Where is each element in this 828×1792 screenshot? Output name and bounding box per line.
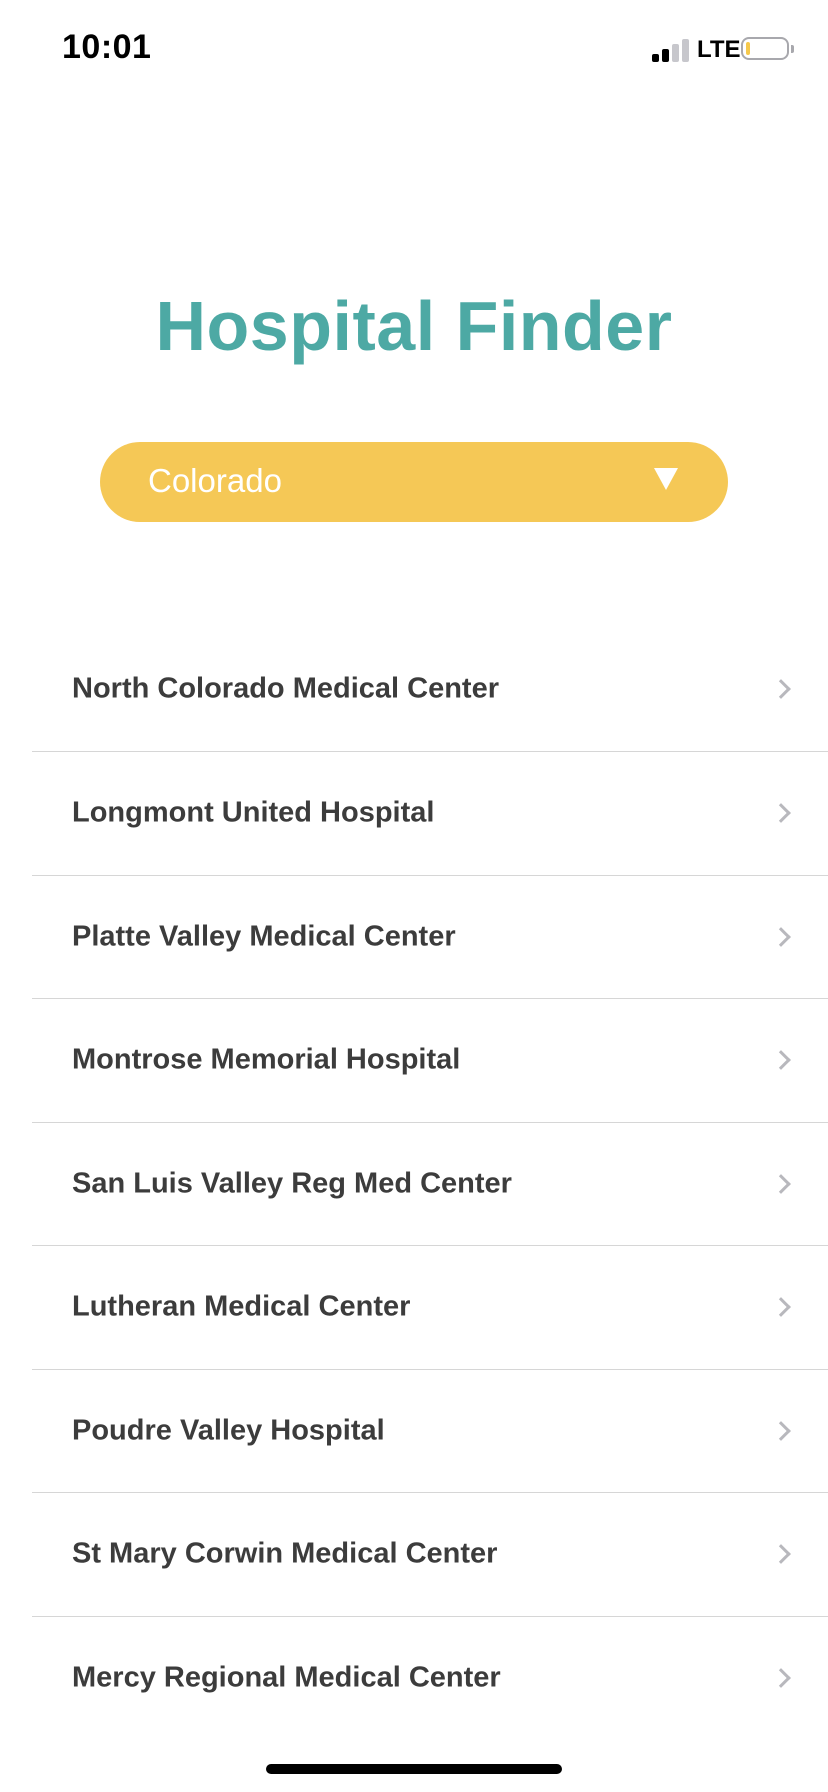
chevron-right-icon xyxy=(771,1297,791,1318)
chevron-right-icon xyxy=(771,1173,791,1194)
hospital-list: North Colorado Medical Center Longmont U… xyxy=(32,627,828,1739)
chevron-right-icon xyxy=(771,926,791,947)
hospital-name: San Luis Valley Reg Med Center xyxy=(72,1167,512,1200)
hospital-list-item[interactable]: Montrose Memorial Hospital xyxy=(32,998,828,1122)
hospital-list-item[interactable]: Platte Valley Medical Center xyxy=(32,874,828,999)
hospital-name: North Colorado Medical Center xyxy=(72,672,499,705)
hospital-list-item[interactable]: North Colorado Medical Center xyxy=(32,627,828,751)
state-dropdown-value: Colorado xyxy=(148,462,282,499)
hospital-list-item[interactable]: Lutheran Medical Center xyxy=(32,1245,828,1369)
home-indicator[interactable] xyxy=(266,1764,562,1774)
network-type: LTE xyxy=(697,36,741,63)
hospital-name: Longmont United Hospital xyxy=(72,796,435,829)
hospital-name: Platte Valley Medical Center xyxy=(72,920,456,953)
battery-level-fill xyxy=(746,42,750,55)
state-dropdown[interactable]: Colorado xyxy=(100,442,728,522)
status-time: 10:01 xyxy=(62,28,152,66)
hospital-name: St Mary Corwin Medical Center xyxy=(72,1537,498,1570)
hospital-name: Montrose Memorial Hospital xyxy=(72,1043,461,1076)
hospital-list-item[interactable]: Mercy Regional Medical Center xyxy=(32,1615,828,1740)
chevron-right-icon xyxy=(771,1420,791,1441)
hospital-name: Mercy Regional Medical Center xyxy=(72,1661,501,1694)
hospital-list-item[interactable]: San Luis Valley Reg Med Center xyxy=(32,1121,828,1246)
chevron-right-icon xyxy=(771,1050,791,1071)
hospital-list-item[interactable]: Longmont United Hospital xyxy=(32,751,828,875)
page-title: Hospital Finder xyxy=(155,287,673,365)
hospital-name: Lutheran Medical Center xyxy=(72,1290,411,1323)
cellular-signal-icon xyxy=(652,36,690,62)
chevron-right-icon xyxy=(771,1544,791,1565)
chevron-right-icon xyxy=(771,803,791,824)
chevron-right-icon xyxy=(771,679,791,699)
hospital-name: Poudre Valley Hospital xyxy=(72,1414,385,1447)
battery-icon xyxy=(741,37,789,60)
battery-tip xyxy=(791,45,794,53)
hospital-list-item[interactable]: Poudre Valley Hospital xyxy=(32,1368,828,1493)
hospital-list-item[interactable]: St Mary Corwin Medical Center xyxy=(32,1492,828,1616)
chevron-right-icon xyxy=(771,1667,791,1688)
triangle-down-icon xyxy=(654,468,678,490)
status-bar: 10:01 LTE xyxy=(0,0,828,100)
